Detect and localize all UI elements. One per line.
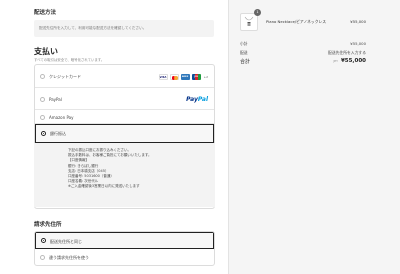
radio-paypal[interactable]	[40, 96, 45, 102]
paypal-logo-part2: Pal	[197, 96, 208, 103]
payment-option-paypal[interactable]: PayPal PayPal	[35, 88, 214, 110]
subtotal-value: ¥55,000	[350, 41, 366, 46]
bank-info-line: ※ご入金確認後3営業日以内に発送いたします	[68, 184, 140, 189]
necklace-image	[244, 16, 254, 26]
more-cards-count: +2	[203, 75, 208, 79]
order-summary	[228, 0, 400, 274]
payment-option-credit-card[interactable]: クレジットカード VISA AMEX JCB +2	[35, 65, 214, 88]
billing-options: 配送先住所と同じ 違う請求先住所を使う	[34, 231, 215, 266]
total-value: ¥55,000	[340, 58, 366, 64]
radio-amazon-pay[interactable]	[40, 114, 45, 120]
radio-billing-different[interactable]	[40, 254, 45, 260]
radio-bank-transfer[interactable]	[41, 131, 46, 136]
product-price: ¥55,000	[350, 19, 366, 24]
paypal-logo-part1: Pay	[186, 96, 198, 103]
payment-option-bank-transfer[interactable]: 銀行振込	[35, 124, 214, 143]
quantity-badge: 1	[254, 9, 261, 16]
shipping-label: 配送	[240, 50, 248, 55]
currency-code: JPY	[333, 59, 338, 63]
payment-subtitle: すべての取引は安全で、暗号化されています。	[34, 58, 105, 62]
billing-option-label: 配送先住所と同じ	[50, 238, 82, 244]
shipping-method-placeholder: 配送先住所を入力して、利用可能な配送方法を確認してください。	[34, 20, 214, 37]
jcb-icon: JCB	[191, 74, 201, 80]
shipping-method-title: 配送方法	[34, 10, 57, 16]
total-label: 合計	[240, 59, 251, 65]
billing-option-same[interactable]: 配送先住所と同じ	[35, 232, 214, 249]
billing-address-title: 請求先住所	[34, 222, 62, 228]
product-name: Piano Necklace/ピアノネックレス	[266, 19, 327, 24]
checkout-page: 配送方法 配送先住所を入力して、利用可能な配送方法を確認してください。 支払い …	[0, 0, 400, 274]
card-icons: VISA AMEX JCB +2	[158, 74, 208, 80]
amex-icon: AMEX	[180, 74, 190, 80]
payment-option-amazon-pay[interactable]: Amazon Pay	[35, 110, 214, 124]
radio-credit-card[interactable]	[40, 74, 45, 79]
billing-option-different[interactable]: 違う請求先住所を使う	[35, 249, 214, 265]
paypal-logo: PayPal	[186, 96, 208, 103]
visa-icon: VISA	[158, 74, 168, 80]
payment-title: 支払い	[34, 47, 58, 56]
subtotal-label: 小計	[240, 41, 248, 46]
shipping-value: 配送先住所を入力する	[328, 50, 366, 55]
payment-option-label: 銀行振込	[50, 131, 66, 136]
payment-option-label: クレジットカード	[49, 74, 81, 79]
mastercard-icon	[169, 74, 179, 80]
payment-option-label: PayPal	[49, 97, 62, 102]
checkout-form: 配送方法 配送先住所を入力して、利用可能な配送方法を確認してください。 支払い …	[0, 0, 228, 274]
bank-transfer-instructions: 下記の振込口座にお振り込みください。 振込手数料は、お客様ご負担にてお願いいたし…	[34, 143, 215, 207]
radio-billing-same[interactable]	[41, 238, 46, 243]
billing-option-label: 違う請求先住所を使う	[49, 255, 89, 260]
payment-option-label: Amazon Pay	[49, 115, 74, 120]
